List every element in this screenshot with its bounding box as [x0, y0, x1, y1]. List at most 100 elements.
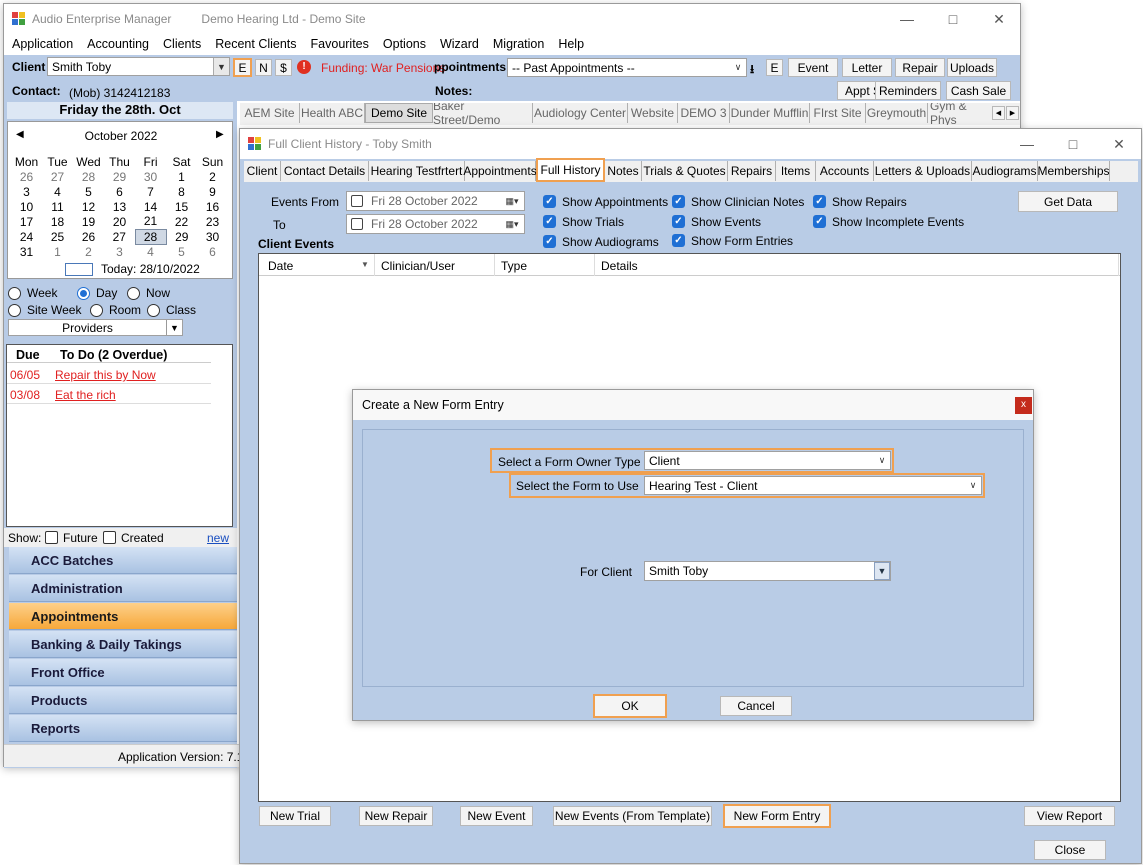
calendar-day[interactable]: 7: [135, 184, 166, 199]
check-icon[interactable]: ✓: [543, 235, 556, 248]
calendar-day[interactable]: 13: [104, 199, 135, 214]
site-week-radio[interactable]: [8, 304, 21, 317]
tab-accounts[interactable]: Accounts: [816, 161, 874, 181]
calendar-day[interactable]: 14: [135, 199, 166, 214]
form-select[interactable]: Hearing Test - Client ∨: [644, 476, 982, 495]
tab-items[interactable]: Items: [776, 161, 816, 181]
tab-appointments[interactable]: Appointments: [463, 161, 537, 181]
new-form-entry-button[interactable]: New Form Entry: [723, 804, 831, 828]
calendar-day[interactable]: 29: [104, 169, 135, 184]
check-icon[interactable]: ✓: [543, 215, 556, 228]
site-tab[interactable]: Audiology Center: [533, 103, 628, 123]
maximize-icon[interactable]: □: [1050, 129, 1096, 159]
menu-wizard[interactable]: Wizard: [440, 37, 479, 51]
for-client-select[interactable]: Smith Toby ▼: [644, 561, 891, 581]
menu-migration[interactable]: Migration: [493, 37, 544, 51]
site-tab[interactable]: AEM Site: [240, 103, 300, 123]
client-n-button[interactable]: N: [255, 59, 272, 76]
view-report-button[interactable]: View Report: [1024, 806, 1115, 826]
calendar-day[interactable]: 20: [104, 214, 135, 229]
site-tab[interactable]: Website: [628, 103, 678, 123]
date-to-checkbox[interactable]: [351, 218, 363, 230]
new-todo-link[interactable]: new: [207, 531, 229, 545]
room-radio[interactable]: [90, 304, 103, 317]
col-clinician[interactable]: Clinician/User: [375, 254, 495, 276]
todo-link[interactable]: Eat the rich: [55, 388, 116, 402]
calendar-day[interactable]: 15: [166, 199, 197, 214]
client-combo[interactable]: Smith Toby ▼: [47, 57, 230, 76]
close-icon[interactable]: ✕: [1096, 129, 1142, 159]
site-tab-selected[interactable]: Demo Site: [365, 103, 433, 123]
day-radio[interactable]: [77, 287, 90, 300]
event-button[interactable]: Event: [788, 58, 838, 77]
calendar-day[interactable]: 31: [11, 244, 42, 259]
tab-letters-uploads[interactable]: Letters & Uploads: [874, 161, 972, 181]
col-type[interactable]: Type: [495, 254, 595, 276]
calendar-day[interactable]: 2: [197, 169, 228, 184]
check-icon[interactable]: ✓: [813, 195, 826, 208]
calendar-day[interactable]: 27: [42, 169, 73, 184]
calendar-day[interactable]: 26: [11, 169, 42, 184]
menu-favourites[interactable]: Favourites: [311, 37, 369, 51]
future-checkbox[interactable]: [45, 531, 58, 544]
chevron-down-icon[interactable]: ∨: [874, 452, 890, 469]
date-to-picker[interactable]: Fri 28 October 2022 ▦▾: [346, 214, 525, 234]
nav-appointments[interactable]: Appointments: [9, 603, 237, 630]
calendar-day[interactable]: 9: [197, 184, 228, 199]
letter-button[interactable]: Letter: [842, 58, 892, 77]
tab-memberships[interactable]: Memberships: [1037, 161, 1110, 181]
site-tab[interactable]: FIrst Site: [810, 103, 866, 123]
created-checkbox[interactable]: [103, 531, 116, 544]
site-tab[interactable]: Dunder Mufflin: [730, 103, 810, 123]
calendar-day[interactable]: 4: [42, 184, 73, 199]
calendar-day[interactable]: 6: [104, 184, 135, 199]
cash-sale-button[interactable]: Cash Sale: [946, 81, 1011, 100]
todo-row[interactable]: 03/08 Eat the rich: [7, 385, 211, 404]
download-icon[interactable]: ⭳: [750, 60, 754, 81]
col-details[interactable]: Details: [595, 254, 1119, 276]
col-date[interactable]: Date ▼: [259, 254, 375, 276]
menu-options[interactable]: Options: [383, 37, 426, 51]
calendar-day[interactable]: 12: [73, 199, 104, 214]
calendar-day[interactable]: 29: [166, 229, 197, 244]
check-icon[interactable]: ✓: [813, 215, 826, 228]
check-icon[interactable]: ✓: [672, 215, 685, 228]
calendar-day[interactable]: 24: [11, 229, 42, 244]
close-button[interactable]: Close: [1034, 840, 1106, 860]
menu-application[interactable]: Application: [12, 37, 73, 51]
site-tab[interactable]: Health ABC: [300, 103, 365, 123]
maximize-icon[interactable]: □: [930, 4, 976, 34]
calendar-day[interactable]: 6: [197, 244, 228, 259]
calendar-icon[interactable]: ▦▾: [500, 192, 524, 210]
calendar-day[interactable]: 10: [11, 199, 42, 214]
date-from-checkbox[interactable]: [351, 195, 363, 207]
scroll-left-icon[interactable]: ◀: [992, 106, 1005, 120]
site-tab[interactable]: DEMO 3: [678, 103, 730, 123]
nav-reports[interactable]: Reports: [9, 715, 237, 742]
calendar-day[interactable]: 1: [42, 244, 73, 259]
chevron-down-icon[interactable]: ∨: [730, 59, 746, 76]
menu-accounting[interactable]: Accounting: [87, 37, 149, 51]
calendar-day-selected[interactable]: 28: [134, 228, 167, 245]
calendar-day[interactable]: 30: [197, 229, 228, 244]
chevron-down-icon[interactable]: ∨: [965, 477, 981, 494]
chevron-down-icon[interactable]: ▼: [874, 562, 890, 580]
reminders-button[interactable]: Reminders: [875, 81, 941, 100]
calendar-day[interactable]: 30: [135, 169, 166, 184]
tab-repairs[interactable]: Repairs: [728, 161, 776, 181]
menu-recent-clients[interactable]: Recent Clients: [215, 37, 296, 51]
week-radio[interactable]: [8, 287, 21, 300]
calendar-day[interactable]: 11: [42, 199, 73, 214]
calendar-day[interactable]: 19: [73, 214, 104, 229]
tab-audiograms[interactable]: Audiograms: [972, 161, 1038, 181]
close-icon[interactable]: ✕: [976, 4, 1022, 34]
tab-notes[interactable]: Notes: [605, 161, 642, 181]
calendar-day[interactable]: 8: [166, 184, 197, 199]
nav-banking[interactable]: Banking & Daily Takings: [9, 631, 237, 658]
repair-button[interactable]: Repair: [895, 58, 945, 77]
minimize-icon[interactable]: —: [1004, 129, 1050, 159]
next-month-icon[interactable]: ▶: [216, 129, 224, 140]
nav-front-office[interactable]: Front Office: [9, 659, 237, 686]
class-radio[interactable]: [147, 304, 160, 317]
uploads-button[interactable]: Uploads: [947, 58, 997, 77]
